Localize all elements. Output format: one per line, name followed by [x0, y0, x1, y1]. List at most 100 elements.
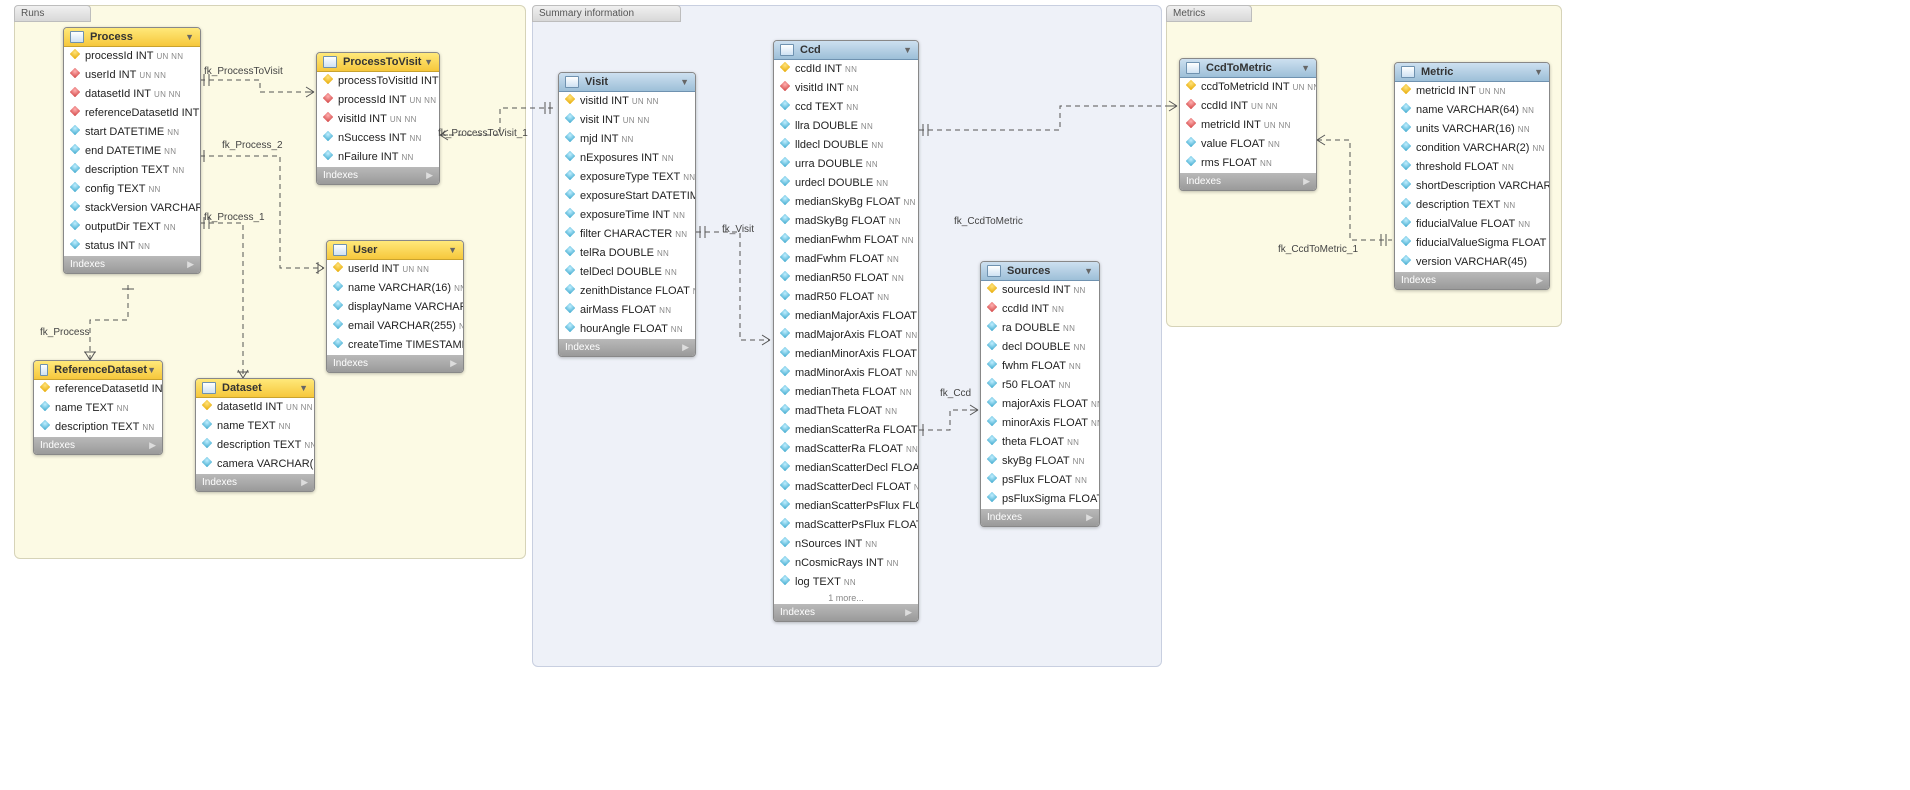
column-datasetId[interactable]: datasetId INT UN NN — [64, 85, 200, 104]
table-header[interactable]: ReferenceDataset▼ — [34, 361, 162, 380]
table-header[interactable]: Metric▼ — [1395, 63, 1549, 82]
column-madSkyBg[interactable]: madSkyBg FLOAT NN — [774, 212, 918, 231]
column-condition[interactable]: condition VARCHAR(2) NN — [1395, 139, 1549, 158]
column-urra[interactable]: urra DOUBLE NN — [774, 155, 918, 174]
column-visitId[interactable]: visitId INT UN NN — [559, 92, 695, 111]
table-sources[interactable]: Sources▼sourcesId INT NNccdId INT NNra D… — [980, 261, 1100, 527]
column-madTheta[interactable]: madTheta FLOAT NN — [774, 402, 918, 421]
column-visitId[interactable]: visitId INT UN NN — [317, 110, 439, 129]
table-header[interactable]: Visit▼ — [559, 73, 695, 92]
column-camera[interactable]: camera VARCHAR(16) NN — [196, 455, 314, 474]
column-description[interactable]: description TEXT NN — [34, 418, 162, 437]
column-exposureStart[interactable]: exposureStart DATETIME NN — [559, 187, 695, 206]
column-name[interactable]: name TEXT NN — [34, 399, 162, 418]
column-version[interactable]: version VARCHAR(45) — [1395, 253, 1549, 272]
table-user[interactable]: User▼userId INT UN NNname VARCHAR(16) NN… — [326, 240, 464, 373]
table-refdataset[interactable]: ReferenceDataset▼referenceDatasetId INTn… — [33, 360, 163, 455]
column-processId[interactable]: processId INT UN NN — [317, 91, 439, 110]
column-filter[interactable]: filter CHARACTER NN — [559, 225, 695, 244]
column-units[interactable]: units VARCHAR(16) NN — [1395, 120, 1549, 139]
column-medianScatterDecl[interactable]: medianScatterDecl FLOAT NN — [774, 459, 918, 478]
indexes-toggle[interactable]: Indexes▶ — [327, 355, 463, 372]
column-medianR50[interactable]: medianR50 FLOAT NN — [774, 269, 918, 288]
column-status[interactable]: status INT NN — [64, 237, 200, 256]
table-process[interactable]: Process▼processId INT UN NNuserId INT UN… — [63, 27, 201, 274]
column-nFailure[interactable]: nFailure INT NN — [317, 148, 439, 167]
column-description[interactable]: description TEXT NN — [1395, 196, 1549, 215]
column-medianFwhm[interactable]: medianFwhm FLOAT NN — [774, 231, 918, 250]
column-description[interactable]: description TEXT NN — [196, 436, 314, 455]
column-skyBg[interactable]: skyBg FLOAT NN — [981, 452, 1099, 471]
table-header[interactable]: ProcessToVisit▼ — [317, 53, 439, 72]
table-header[interactable]: Ccd▼ — [774, 41, 918, 60]
indexes-toggle[interactable]: Indexes▶ — [34, 437, 162, 454]
column-createTime[interactable]: createTime TIMESTAMP NN — [327, 336, 463, 355]
column-ccdId[interactable]: ccdId INT NN — [774, 60, 918, 79]
column-description[interactable]: description TEXT NN — [64, 161, 200, 180]
column-telDecl[interactable]: telDecl DOUBLE NN — [559, 263, 695, 282]
table-ccdtometric[interactable]: CcdToMetric▼ccdToMetricId INT UN NNccdId… — [1179, 58, 1317, 191]
table-dataset[interactable]: Dataset▼datasetId INT UN NNname TEXT NNd… — [195, 378, 315, 492]
column-email[interactable]: email VARCHAR(255) NN — [327, 317, 463, 336]
column-minorAxis[interactable]: minorAxis FLOAT NN — [981, 414, 1099, 433]
column-psFlux[interactable]: psFlux FLOAT NN — [981, 471, 1099, 490]
column-decl[interactable]: decl DOUBLE NN — [981, 338, 1099, 357]
column-processId[interactable]: processId INT UN NN — [64, 47, 200, 66]
table-metric[interactable]: Metric▼metricId INT UN NNname VARCHAR(64… — [1394, 62, 1550, 290]
column-fiducialValue[interactable]: fiducialValue FLOAT NN — [1395, 215, 1549, 234]
column-end[interactable]: end DATETIME NN — [64, 142, 200, 161]
column-hourAngle[interactable]: hourAngle FLOAT NN — [559, 320, 695, 339]
column-metricId[interactable]: metricId INT UN NN — [1395, 82, 1549, 101]
column-log[interactable]: log TEXT NN — [774, 573, 918, 592]
column-start[interactable]: start DATETIME NN — [64, 123, 200, 142]
table-header[interactable]: User▼ — [327, 241, 463, 260]
column-referenceDatasetId[interactable]: referenceDatasetId INT NN — [64, 104, 200, 123]
column-ccdToMetricId[interactable]: ccdToMetricId INT UN NN — [1180, 78, 1316, 97]
table-ccd[interactable]: Ccd▼ccdId INT NNvisitId INT NNccd TEXT N… — [773, 40, 919, 622]
column-outputDir[interactable]: outputDir TEXT NN — [64, 218, 200, 237]
column-madMinorAxis[interactable]: madMinorAxis FLOAT NN — [774, 364, 918, 383]
column-madFwhm[interactable]: madFwhm FLOAT NN — [774, 250, 918, 269]
indexes-toggle[interactable]: Indexes▶ — [317, 167, 439, 184]
table-processtovisit[interactable]: ProcessToVisit▼processToVisitId INT UN N… — [316, 52, 440, 185]
column-zenithDistance[interactable]: zenithDistance FLOAT NN — [559, 282, 695, 301]
column-shortDescription[interactable]: shortDescription VARCHAR(128) NN — [1395, 177, 1549, 196]
column-llra[interactable]: llra DOUBLE NN — [774, 117, 918, 136]
column-sourcesId[interactable]: sourcesId INT NN — [981, 281, 1099, 300]
table-header[interactable]: Process▼ — [64, 28, 200, 47]
indexes-toggle[interactable]: Indexes▶ — [559, 339, 695, 356]
column-name[interactable]: name TEXT NN — [196, 417, 314, 436]
table-visit[interactable]: Visit▼visitId INT UN NNvisit INT UN NNmj… — [558, 72, 696, 357]
column-value[interactable]: value FLOAT NN — [1180, 135, 1316, 154]
column-madR50[interactable]: madR50 FLOAT NN — [774, 288, 918, 307]
column-nExposures[interactable]: nExposures INT NN — [559, 149, 695, 168]
column-medianMajorAxis[interactable]: medianMajorAxis FLOAT NN — [774, 307, 918, 326]
column-medianScatterRa[interactable]: medianScatterRa FLOAT NN — [774, 421, 918, 440]
column-exposureTime[interactable]: exposureTime INT NN — [559, 206, 695, 225]
column-name[interactable]: name VARCHAR(64) NN — [1395, 101, 1549, 120]
column-airMass[interactable]: airMass FLOAT NN — [559, 301, 695, 320]
column-processToVisitId[interactable]: processToVisitId INT UN NN — [317, 72, 439, 91]
column-ra[interactable]: ra DOUBLE NN — [981, 319, 1099, 338]
column-config[interactable]: config TEXT NN — [64, 180, 200, 199]
column-metricId[interactable]: metricId INT UN NN — [1180, 116, 1316, 135]
column-medianScatterPsFlux[interactable]: medianScatterPsFlux FLOAT — [774, 497, 918, 516]
column-datasetId[interactable]: datasetId INT UN NN — [196, 398, 314, 417]
indexes-toggle[interactable]: Indexes▶ — [1395, 272, 1549, 289]
column-fiducialValueSigma[interactable]: fiducialValueSigma FLOAT NN — [1395, 234, 1549, 253]
column-visit[interactable]: visit INT UN NN — [559, 111, 695, 130]
table-header[interactable]: Dataset▼ — [196, 379, 314, 398]
indexes-toggle[interactable]: Indexes▶ — [774, 604, 918, 621]
column-ccdId[interactable]: ccdId INT UN NN — [1180, 97, 1316, 116]
column-rms[interactable]: rms FLOAT NN — [1180, 154, 1316, 173]
column-urdecl[interactable]: urdecl DOUBLE NN — [774, 174, 918, 193]
indexes-toggle[interactable]: Indexes▶ — [981, 509, 1099, 526]
table-header[interactable]: Sources▼ — [981, 262, 1099, 281]
column-fwhm[interactable]: fwhm FLOAT NN — [981, 357, 1099, 376]
indexes-toggle[interactable]: Indexes▶ — [196, 474, 314, 491]
column-madMajorAxis[interactable]: madMajorAxis FLOAT NN — [774, 326, 918, 345]
column-madScatterDecl[interactable]: madScatterDecl FLOAT NN — [774, 478, 918, 497]
column-nCosmicRays[interactable]: nCosmicRays INT NN — [774, 554, 918, 573]
indexes-toggle[interactable]: Indexes▶ — [1180, 173, 1316, 190]
column-threshold[interactable]: threshold FLOAT NN — [1395, 158, 1549, 177]
